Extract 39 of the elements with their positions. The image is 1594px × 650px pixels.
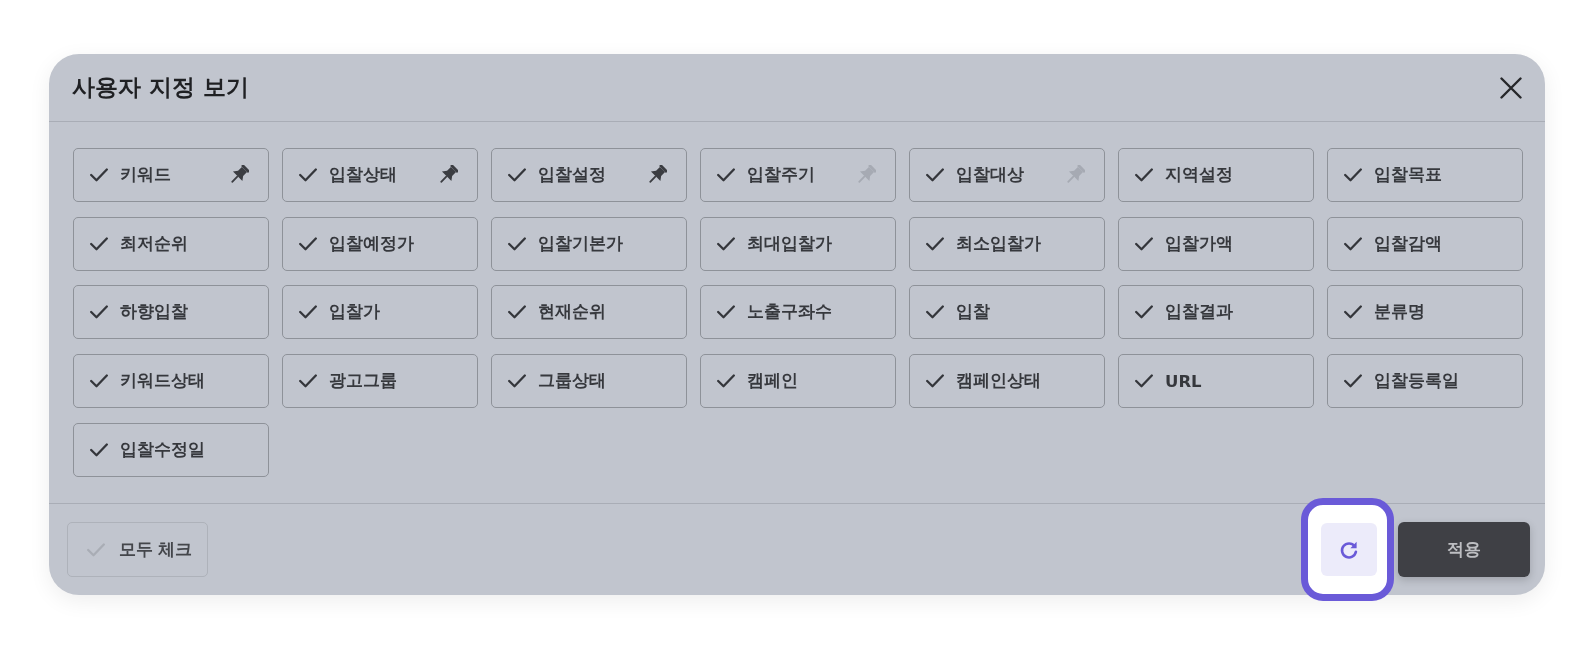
- column-option[interactable]: 입찰설정: [491, 148, 687, 202]
- column-option[interactable]: 입찰기본가: [491, 216, 687, 271]
- column-option[interactable]: URL: [1118, 354, 1314, 409]
- refresh-button[interactable]: [1321, 523, 1377, 576]
- column-option[interactable]: 입찰예정가: [282, 216, 478, 271]
- column-option[interactable]: 입찰목표: [1327, 148, 1523, 202]
- apply-button[interactable]: 적용: [1398, 522, 1530, 577]
- column-option[interactable]: 입찰대상: [909, 148, 1105, 202]
- column-option[interactable]: 캠페인상태: [909, 354, 1105, 409]
- column-option[interactable]: 입찰수정일: [73, 422, 269, 477]
- column-option[interactable]: 입찰: [909, 285, 1105, 340]
- column-option[interactable]: 입찰주기: [700, 148, 896, 202]
- column-option[interactable]: 캠페인: [700, 354, 896, 409]
- column-option[interactable]: 노출구좌수: [700, 285, 896, 340]
- dialog-title: 사용자 지정 보기: [72, 73, 250, 102]
- refresh-icon: [1339, 539, 1359, 560]
- pin-icon[interactable]: [229, 165, 249, 185]
- column-option[interactable]: 입찰가액: [1118, 216, 1314, 271]
- column-option[interactable]: 하향입찰: [73, 285, 269, 340]
- column-option[interactable]: 최대입찰가: [700, 216, 896, 271]
- column-option[interactable]: 입찰등록일: [1327, 354, 1523, 409]
- pin-icon[interactable]: [647, 165, 667, 185]
- column-option[interactable]: 그룹상태: [491, 354, 687, 409]
- close-icon: [1500, 76, 1522, 99]
- column-option[interactable]: 광고그룹: [282, 354, 478, 409]
- column-option[interactable]: 입찰결과: [1118, 285, 1314, 340]
- column-option[interactable]: 지역설정: [1118, 148, 1314, 202]
- column-option[interactable]: 분류명: [1327, 285, 1523, 340]
- column-option[interactable]: 최소입찰가: [909, 216, 1105, 271]
- column-option[interactable]: 현재순위: [491, 285, 687, 340]
- column-option[interactable]: 입찰상태: [282, 148, 478, 202]
- column-option[interactable]: 입찰감액: [1327, 216, 1523, 271]
- column-option[interactable]: 키워드상태: [73, 354, 269, 409]
- close-button[interactable]: [1500, 76, 1522, 99]
- column-option[interactable]: 입찰가: [282, 285, 478, 340]
- check-all-button[interactable]: 모두 체크: [67, 522, 208, 577]
- column-option[interactable]: 최저순위: [73, 216, 269, 271]
- pin-icon[interactable]: [438, 165, 458, 185]
- column-option[interactable]: 키워드: [73, 148, 269, 202]
